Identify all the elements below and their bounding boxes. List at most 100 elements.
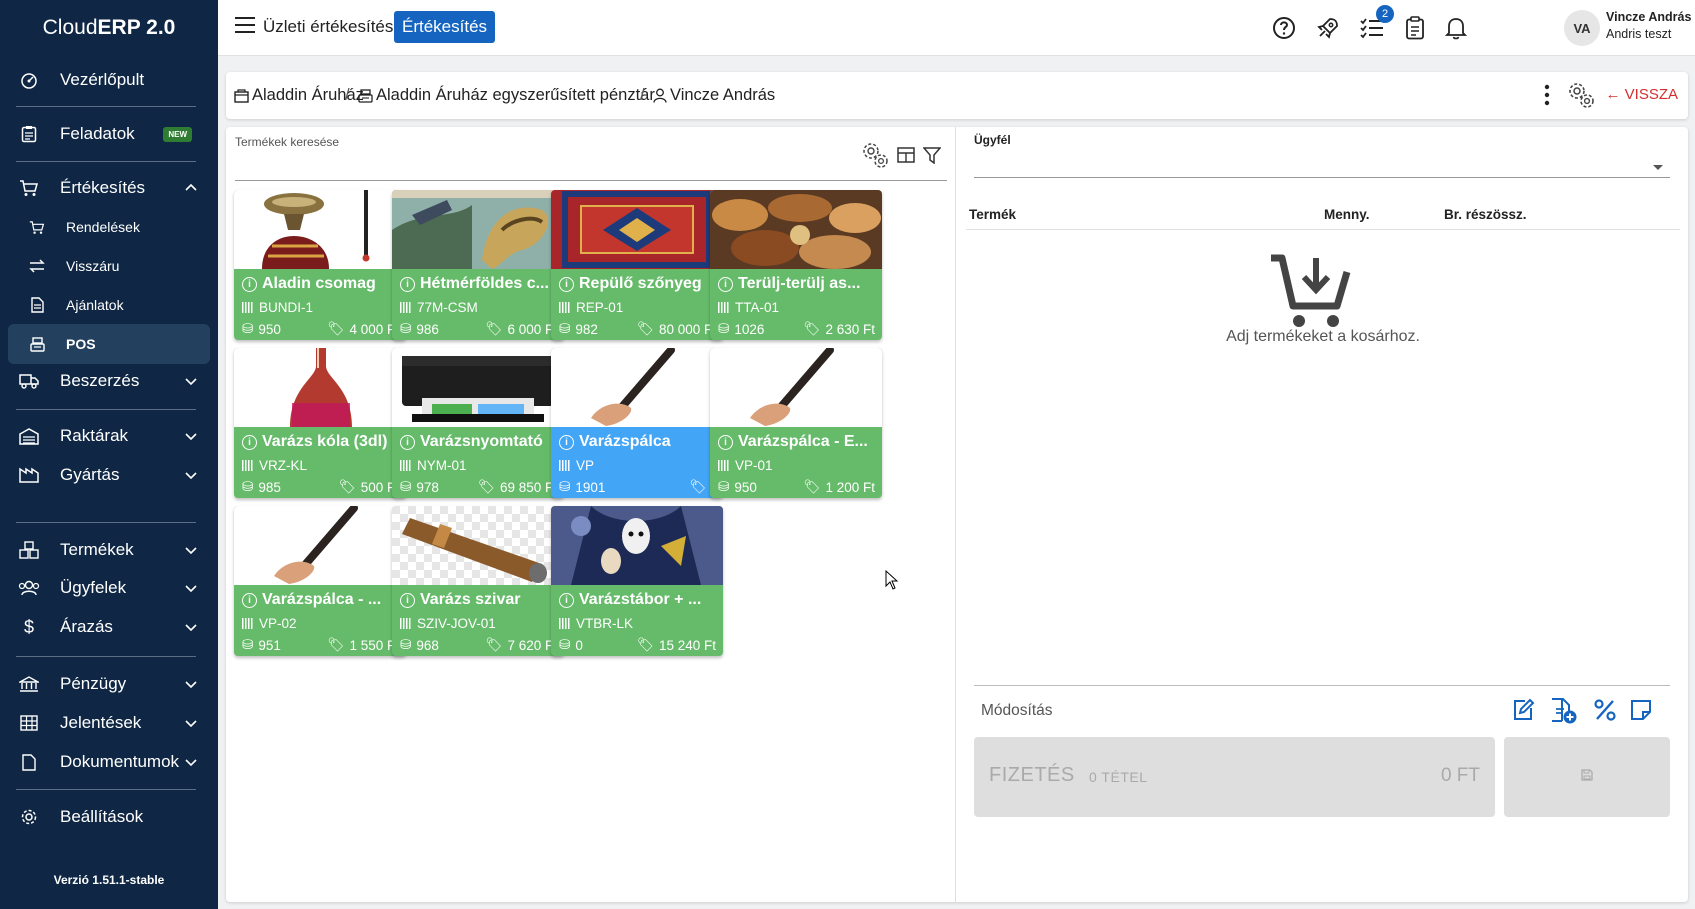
info-icon[interactable]: i [718, 434, 733, 450]
product-tile[interactable]: i Varázstábor + ... VTBR-LK ⛁ 0 🏷 15 240 Ft [551, 506, 723, 656]
section-label[interactable]: Üzleti értékesítés [263, 17, 393, 37]
bell-icon[interactable] [1442, 14, 1470, 42]
sidebar-item-settings[interactable]: Beállítások [8, 797, 210, 837]
sidebar-item-manufacturing[interactable]: Gyártás [8, 455, 210, 495]
sidebar-item-orders[interactable]: Rendelések [8, 207, 210, 247]
pos-icon [26, 333, 48, 355]
product-tile[interactable]: i Varázs kóla (3dl) VRZ-KL ⛁ 985 🏷 500 Ft [234, 348, 406, 498]
info-icon[interactable]: i [559, 276, 574, 292]
note-icon[interactable] [1629, 698, 1653, 727]
product-code: TTA-01 [735, 300, 780, 315]
edit-icon[interactable] [1511, 698, 1535, 727]
breadcrumb-register[interactable]: Aladdin Áruház egyszerűsített pénztár [358, 86, 655, 105]
info-icon[interactable]: i [242, 434, 257, 450]
sidebar-item-customers[interactable]: Ügyfelek [8, 568, 210, 608]
search-input[interactable] [235, 180, 947, 181]
product-tile[interactable]: i Aladin csomag BUNDI-1 ⛁ 950 🏷 4 000 Ft [234, 190, 406, 340]
search-settings-icon[interactable] [860, 140, 890, 175]
product-price: 2 630 Ft [825, 321, 875, 337]
sidebar-item-quotes[interactable]: Ajánlatok [8, 285, 210, 325]
save-button[interactable] [1504, 737, 1670, 817]
percent-icon[interactable] [1594, 698, 1616, 727]
stock-icon: ⛁ [242, 321, 254, 336]
product-image-feast [710, 190, 882, 269]
breadcrumb-user[interactable]: Vincze András [653, 86, 775, 105]
product-price: 7 620 Ft [507, 637, 557, 653]
sidebar-divider [16, 409, 196, 410]
sidebar-item-pos[interactable]: POS [8, 324, 210, 364]
product-stock: 986 [416, 321, 439, 337]
product-tile[interactable]: i Varázspálca - E... VP-01 ⛁ 950 🏷 1 200 Ft [710, 348, 882, 498]
person-icon [653, 88, 667, 103]
price-tag-icon: 🏷 [803, 479, 821, 494]
product-code: NYM-01 [417, 458, 467, 473]
product-name: Varázspálca [579, 433, 671, 450]
more-vertical-icon[interactable] [1544, 83, 1550, 112]
modify-divider [974, 685, 1670, 686]
breadcrumb: Aladdin Áruház / Aladdin Áruház egyszerű… [226, 72, 1688, 119]
product-stock: 982 [575, 321, 598, 337]
search-label: Termékek keresése [235, 135, 340, 149]
info-icon[interactable]: i [718, 276, 733, 292]
filter-icon[interactable] [922, 147, 942, 169]
info-icon[interactable]: i [242, 592, 257, 608]
dropdown-caret-icon[interactable] [1652, 159, 1664, 177]
add-document-icon[interactable] [1550, 698, 1578, 729]
product-stock: 0 [575, 637, 583, 653]
sidebar-item-label: Dokumentumok [60, 752, 180, 771]
tab-sales[interactable]: Értékesítés [394, 11, 496, 43]
info-icon[interactable]: i [242, 276, 257, 292]
sidebar-item-pricing[interactable]: $ Árazás [8, 607, 210, 647]
product-stock: 950 [734, 479, 757, 495]
product-tile[interactable]: i Varázsnyomtató NYM-01 ⛁ 978 🏷 69 850 Ft [392, 348, 564, 498]
sidebar-item-sales[interactable]: Értékesítés [8, 168, 210, 208]
brand-logo: Cloud ERP 2.0 [0, 0, 218, 56]
price-tag-icon: 🏷 [485, 321, 503, 336]
version-label: Verzió 1.51.1-stable [53, 873, 165, 887]
sidebar-item-dashboard[interactable]: Vezérlőpult [8, 60, 210, 100]
product-tile[interactable]: i Repülő szőnyeg REP-01 ⛁ 982 🏷 80 000 Ft [551, 190, 723, 340]
sidebar-item-reports[interactable]: Jelentések [8, 703, 210, 743]
clipboard-list-icon[interactable] [1401, 14, 1429, 42]
info-icon[interactable]: i [400, 592, 415, 608]
product-tile[interactable]: i Varázs szivar SZIV-JOV-01 ⛁ 968 🏷 7 620 F… [392, 506, 564, 656]
info-icon[interactable]: i [400, 434, 415, 450]
rocket-icon[interactable] [1314, 14, 1342, 42]
sidebar-item-purchasing[interactable]: Beszerzés [8, 361, 210, 401]
info-icon[interactable]: i [400, 276, 415, 292]
price-tag-icon: 🏷 [636, 321, 654, 336]
sidebar-item-label: Rendelések [66, 219, 140, 235]
settings-gears-icon[interactable] [1566, 80, 1596, 115]
product-stock: 968 [416, 637, 439, 653]
product-tile[interactable]: i Hétmérföldes c... 77M-CSM ⛁ 986 🏷 6 000 F… [392, 190, 564, 340]
stock-icon: ⛁ [242, 479, 254, 494]
truck-icon [18, 370, 40, 392]
grid-view-icon[interactable] [897, 147, 915, 168]
sidebar-item-finance[interactable]: Pénzügy [8, 664, 210, 704]
help-icon[interactable] [1270, 14, 1298, 42]
sidebar-item-returns[interactable]: Visszáru [8, 246, 210, 286]
chevron-down-icon [184, 580, 198, 600]
sidebar-item-tasks[interactable]: Feladatok NEW [8, 114, 210, 154]
sidebar-item-warehouses[interactable]: Raktárak [8, 416, 210, 456]
breadcrumb-register-label: Aladdin Áruház egyszerűsített pénztár [376, 86, 655, 104]
bank-icon [18, 673, 40, 695]
product-price: 69 850 Ft [499, 479, 557, 495]
tasks-icon[interactable]: 2 [1358, 5, 1394, 42]
avatar[interactable]: VA [1564, 10, 1600, 46]
product-tile-selected[interactable]: iVarázspálca VP ⛁1901 🏷- [551, 348, 723, 498]
hamburger-menu-icon[interactable] [234, 15, 256, 40]
product-tile[interactable]: i Terülj-terülj as... TTA-01 ⛁ 1026 🏷 2 630… [710, 190, 882, 340]
stock-icon: ⛁ [242, 637, 254, 652]
back-button[interactable]: ← VISSZA [1605, 86, 1678, 103]
product-image-boots [392, 190, 564, 269]
product-tile[interactable]: i Varázspálca - ... VP-02 ⛁ 951 🏷 1 550 Ft [234, 506, 406, 656]
sidebar-item-documents[interactable]: Dokumentumok [8, 742, 210, 782]
customer-select[interactable] [974, 177, 1670, 178]
info-icon[interactable]: i [559, 592, 574, 608]
sidebar-item-products[interactable]: Termékek [8, 530, 210, 570]
info-icon[interactable]: i [559, 434, 574, 450]
pay-button[interactable]: FIZETÉS 0 TÉTEL 0 FT [974, 737, 1495, 817]
sidebar-item-label: Értékesítés [60, 178, 146, 197]
brand-regular: Cloud [42, 16, 98, 39]
